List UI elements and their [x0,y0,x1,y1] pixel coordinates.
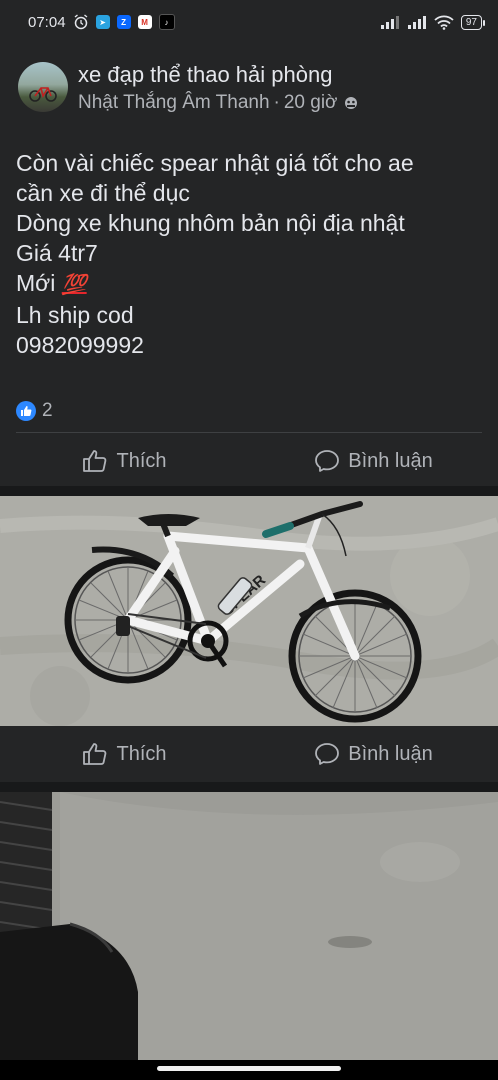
post-meta: Nhật Thắng Âm Thanh · 20 giờ [78,90,358,116]
gmail-icon: M [137,15,152,29]
post-line: Còn vài chiếc spear nhật giá tốt cho ae [16,150,414,176]
closeup-photo[interactable] [0,792,498,1060]
post-text: Còn vài chiếc spear nhật giá tốt cho ae … [16,148,486,360]
photo-action-bar: Thích Bình luận [0,726,498,782]
photo-action-row: Thích Bình luận [0,726,498,782]
bike-icon [29,87,57,102]
photo-comment-button[interactable]: Bình luận [249,726,498,782]
home-indicator[interactable] [157,1066,341,1071]
zalo-icon: Z [116,15,131,29]
status-left: 07:04 ➤ Z M ♪ [28,14,175,31]
reaction-count: 2 [42,400,53,421]
hundred-points-emoji: 💯 [61,274,87,296]
divider [16,432,482,433]
feed-gap [0,486,498,496]
group-name[interactable]: xe đạp thể thao hải phòng [78,60,358,90]
comment-label: Bình luận [348,742,433,765]
post-action-row: Thích Bình luận [0,434,498,488]
thumbs-up-icon [83,450,107,472]
signal-icon [380,16,399,29]
like-label: Thích [116,742,167,765]
post-card: xe đạp thể thao hải phòng Nhật Thắng Âm … [0,44,498,486]
post-line: Dòng xe khung nhôm bản nội địa nhật [16,210,405,236]
reaction-summary[interactable]: 2 [16,400,53,422]
wifi-icon [434,15,454,30]
meta-separator: · [273,92,280,113]
post-time[interactable]: 20 giờ [284,90,338,116]
bicycle-illustration: SPEAR [0,496,498,726]
comment-icon [315,743,340,765]
comment-icon [315,450,340,472]
group-avatar[interactable] [18,62,68,112]
comment-label: Bình luận [348,449,433,472]
tiktok-icon: ♪ [158,14,175,30]
bicycle-photo[interactable]: SPEAR [0,496,498,726]
telegram-icon: ➤ [95,15,110,29]
post-header: xe đạp thể thao hải phòng Nhật Thắng Âm … [18,62,358,116]
like-button[interactable]: Thích [0,434,249,488]
post-line: Lh ship cod [16,302,134,328]
comment-button[interactable]: Bình luận [249,434,498,488]
privacy-group-icon [344,97,357,109]
author-name[interactable]: Nhật Thắng Âm Thanh [78,90,270,116]
signal-icon [407,16,426,29]
like-reaction-icon [16,401,36,421]
status-bar: 07:04 ➤ Z M ♪ 97 [0,0,498,44]
like-label: Thích [116,449,167,472]
closeup-illustration [0,792,498,1060]
alarm-icon [74,14,87,30]
battery-icon: 97 [460,14,486,30]
header-text: xe đạp thể thao hải phòng Nhật Thắng Âm … [78,62,358,116]
post-line: Mới [16,270,56,296]
phone-number[interactable]: 0982099992 [16,330,486,360]
post-line: cần xe đi thể dục [16,180,190,206]
post-line: Giá 4tr7 [16,240,98,266]
thumbs-up-icon [83,743,107,765]
status-right: 97 [380,14,486,30]
post-line-new: Mới 💯 [16,268,486,300]
clock: 07:04 [28,13,66,31]
feed-gap [0,782,498,792]
photo-like-button[interactable]: Thích [0,726,249,782]
